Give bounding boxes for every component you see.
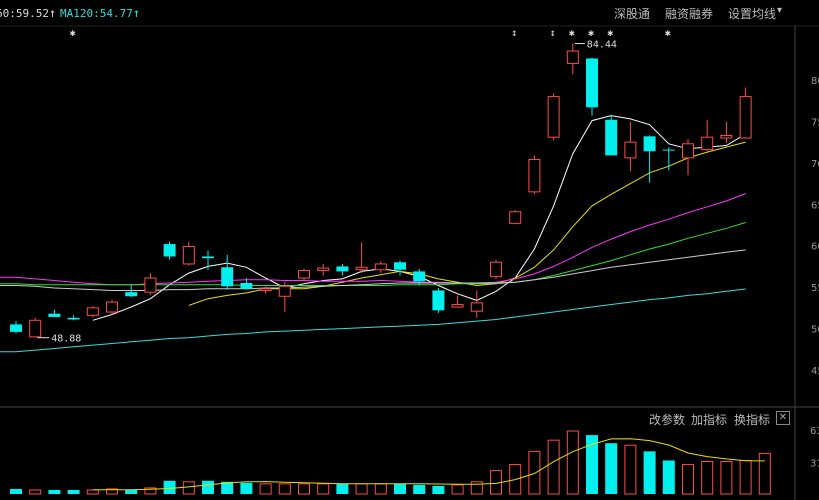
volume-bar-up [701,460,714,495]
candle-body-down [202,256,214,259]
candle-body-up [547,96,560,138]
candle-body-down [125,292,138,297]
candle-body-down [336,266,349,272]
volume-bar-down [10,488,22,494]
ma120-line [0,288,746,353]
volume-bar-down [48,489,61,494]
ma20-line [0,193,746,286]
candle-body-up [182,246,195,265]
candle-body-up [259,288,272,291]
volume-bar-up [566,430,579,495]
price-tick-label: 65 [811,200,819,211]
event-marker-icon: ↕ [511,28,517,39]
candle-body-up [298,270,310,279]
candle-body-down [163,244,176,257]
volume-bar-down [413,484,426,494]
price-tick-label: 45 [811,366,819,377]
volume-bar-down [662,460,675,494]
price-tick-label: 80 [811,76,819,87]
volume-bar-up [624,444,637,495]
price-tick-label: 60 [811,242,819,253]
candle-body-up [106,301,118,313]
volume-bar-up [374,483,387,495]
volume-bar-down [125,489,138,494]
volume-bar-down [605,443,618,494]
volume-bar-up [29,489,42,495]
candle-body-up [509,211,522,224]
candle-body-down [240,283,253,289]
event-marker-icon: ✱ [588,28,594,39]
candle-body-down [662,149,675,151]
candle-body-down [413,271,426,282]
candle-body-up [720,135,733,139]
volume-bar-up [259,483,272,495]
event-marker-icon: ✱ [70,28,76,39]
candle-body-up [317,267,330,272]
volume-bar-up [278,483,291,495]
candle-body-up [374,263,387,271]
candle-body-down [605,119,618,156]
candle-body-up [355,266,368,271]
candle-body-down [432,290,445,311]
low-price-label: 48.88 [51,334,81,345]
volume-bar-up [86,489,99,495]
candle-body-up [278,285,291,297]
candle-body-up [528,159,541,193]
price-tick-label: 50 [811,325,819,336]
candle-body-down [67,317,80,320]
candle-body-down [586,58,598,108]
volume-bar-up [182,481,195,495]
volume-bar-down [240,482,253,494]
candle-body-up [29,319,42,338]
volume-bar-up [682,464,694,495]
candle-body-up [739,96,752,139]
candle-body-up [144,277,157,293]
candle-body-up [624,141,637,159]
candle-body-up [701,136,714,151]
volume-bar-down [202,480,214,494]
ma10-line [188,141,746,306]
price-tick-label: 55 [811,283,819,294]
volume-bar-up [739,459,752,495]
volume-bar-up [355,483,368,495]
candle-body-up [490,261,502,277]
candle-body-up [86,307,99,316]
high-price-label: 84.44 [587,40,617,51]
volume-bar-down [336,483,349,494]
volume-bar-up [547,439,560,495]
volume-bar-up [720,460,733,495]
volume-bar-down [67,489,80,494]
volume-bar-up [758,452,771,495]
candle-body-up [682,143,694,159]
volume-bar-down [394,483,406,494]
candle-body-up [451,304,464,308]
candle-body-up [470,302,483,312]
candle-body-down [48,313,61,317]
event-marker-icon: ↕ [550,28,556,39]
candle-body-down [221,267,234,287]
volume-tick-label: 31 [810,459,819,470]
volume-bar-up [298,483,310,495]
volume-bar-up [451,484,464,495]
volume-tick-label: 63 [810,426,819,437]
event-marker-icon: ✱ [665,28,671,39]
candle-body-up [566,50,579,64]
volume-bar-down [643,451,656,494]
candle-body-down [10,324,22,332]
event-marker-icon: ✱ [607,28,613,39]
candle-body-down [643,136,656,152]
kline-chart[interactable]: 80 75 70 65 60 55 50 45 63 31 84.44 48.88 ✱ ↕ ↕ ✱ ✱ ✱ ✱ [0,0,819,500]
price-tick-label: 75 [811,117,819,128]
candle-body-down [394,262,406,270]
price-tick-label: 70 [811,159,819,170]
volume-bar-up [317,483,330,495]
volume-bar-down [163,480,176,494]
volume-bar-up [528,450,541,495]
event-marker-icon: ✱ [569,28,575,39]
volume-bar-down [432,485,445,494]
